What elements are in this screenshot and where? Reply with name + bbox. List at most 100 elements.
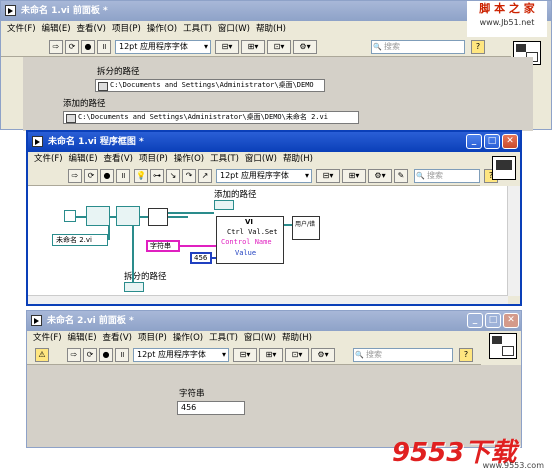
step-out-icon[interactable]: ↗ [198, 169, 212, 183]
menu-help[interactable]: 帮助(H) [283, 154, 313, 164]
menu-file[interactable]: 文件(F) [33, 333, 62, 343]
maximize-button[interactable]: □ [484, 134, 500, 149]
split-path-indicator[interactable]: C:\Documents and Settings\Administrator\… [95, 79, 325, 92]
labview-icon [32, 136, 43, 147]
resize-icon[interactable]: ⊡▾ [267, 40, 291, 54]
menu-view[interactable]: 查看(V) [77, 24, 106, 34]
step-over-icon[interactable]: ↷ [182, 169, 196, 183]
menu-window[interactable]: 窗口(W) [218, 24, 250, 34]
file-name-constant[interactable]: 未命名 2.vi [52, 234, 108, 246]
watermark-top: 脚 本 之 家 www.Jb51.net [467, 1, 547, 37]
menu-tools[interactable]: 工具(T) [183, 24, 212, 34]
maximize-button[interactable]: □ [485, 313, 501, 328]
search-input[interactable]: 搜索 [353, 348, 453, 362]
align-icon[interactable]: ⊟▾ [233, 348, 257, 362]
menu-view[interactable]: 查看(V) [104, 154, 133, 164]
menu-project[interactable]: 项目(P) [112, 24, 141, 34]
labview-icon [31, 315, 42, 326]
help-icon[interactable]: ? [459, 348, 473, 362]
string-control[interactable]: 456 [177, 401, 245, 415]
diagram-canvas[interactable]: 未命名 2.vi 添加的路径 VI Ctrl Val.Set Control N… [28, 186, 508, 304]
abort-icon[interactable]: ● [100, 169, 114, 183]
title-bar[interactable]: 未命名 2.vi 前面板 * _ □ ✕ [27, 311, 521, 331]
run-arrow-icon[interactable]: ⇨ [49, 40, 63, 54]
menu-window[interactable]: 窗口(W) [245, 154, 277, 164]
path-wire [110, 216, 116, 218]
menu-help[interactable]: 帮助(H) [282, 333, 312, 343]
align-icon[interactable]: ⊟▾ [215, 40, 239, 54]
pause-icon[interactable]: ॥ [115, 348, 129, 362]
current-vi-path-node[interactable] [64, 210, 76, 222]
help-icon[interactable]: ? [471, 40, 485, 54]
run-continuous-icon[interactable]: ⟳ [83, 348, 97, 362]
menu-operate[interactable]: 操作(O) [174, 154, 204, 164]
pause-icon[interactable]: ॥ [97, 40, 111, 54]
front-panel-area: 拆分的路径 C:\Documents and Settings\Administ… [23, 57, 533, 131]
distribute-icon[interactable]: ⊞▾ [342, 169, 366, 183]
minimize-button[interactable]: _ [466, 134, 482, 149]
reorder-icon[interactable]: ⚙▾ [311, 348, 335, 362]
window-title: 未命名 2.vi 前面板 * [47, 316, 134, 326]
font-select[interactable]: 12pt 应用程序字体 [115, 40, 211, 54]
numeric-constant[interactable]: 456 [190, 252, 212, 264]
split-path-terminal[interactable] [124, 282, 144, 292]
string-constant[interactable]: 字符串 [146, 240, 180, 252]
abort-icon[interactable]: ● [81, 40, 95, 54]
menu-project[interactable]: 项目(P) [138, 333, 167, 343]
menu-edit[interactable]: 编辑(E) [68, 333, 97, 343]
warning-icon[interactable]: ⚠ [35, 348, 49, 362]
menu-tools[interactable]: 工具(T) [209, 333, 238, 343]
error-convert-node[interactable]: 用户/错 [292, 216, 320, 240]
strip-path-node[interactable] [86, 206, 110, 226]
menu-tools[interactable]: 工具(T) [210, 154, 239, 164]
pause-icon[interactable]: ॥ [116, 169, 130, 183]
run-continuous-icon[interactable]: ⟳ [65, 40, 79, 54]
title-bar[interactable]: 未命名 1.vi 程序框图 * _ □ ✕ [28, 132, 520, 152]
font-select[interactable]: 12pt 应用程序字体 [216, 169, 312, 183]
split-path-label: 拆分的路径 [124, 272, 167, 282]
minimize-button[interactable]: _ [467, 313, 483, 328]
run-arrow-icon[interactable]: ⇨ [67, 348, 81, 362]
distribute-icon[interactable]: ⊞▾ [241, 40, 265, 54]
menu-operate[interactable]: 操作(O) [173, 333, 203, 343]
menu-view[interactable]: 查看(V) [103, 333, 132, 343]
retain-wire-values-icon[interactable]: ⊶ [150, 169, 164, 183]
vertical-scrollbar[interactable] [507, 186, 520, 296]
font-select[interactable]: 12pt 应用程序字体 [133, 348, 229, 362]
property-node[interactable]: VI Ctrl Val.Set Control Name Value [216, 216, 284, 264]
menu-edit[interactable]: 编辑(E) [69, 154, 98, 164]
menu-bar: 文件(F) 编辑(E) 查看(V) 项目(P) 操作(O) 工具(T) 窗口(W) 帮助(H) [1, 22, 461, 37]
window-title: 未命名 1.vi 程序框图 * [48, 137, 144, 147]
vi-ref-label: VI [245, 218, 254, 226]
menu-help[interactable]: 帮助(H) [256, 24, 286, 34]
run-arrow-icon[interactable]: ⇨ [68, 169, 82, 183]
search-input[interactable]: 搜索 [371, 40, 465, 54]
menu-window[interactable]: 窗口(W) [244, 333, 276, 343]
resize-icon[interactable]: ⊡▾ [285, 348, 309, 362]
horizontal-scrollbar[interactable] [28, 295, 508, 304]
close-button[interactable]: ✕ [502, 134, 518, 149]
highlight-execution-icon[interactable]: 💡 [134, 169, 148, 183]
value-label: Value [235, 249, 257, 257]
menu-project[interactable]: 项目(P) [139, 154, 168, 164]
reorder-icon[interactable]: ⚙▾ [293, 40, 317, 54]
menu-operate[interactable]: 操作(O) [147, 24, 177, 34]
step-into-icon[interactable]: ↘ [166, 169, 180, 183]
added-path-indicator[interactable]: C:\Documents and Settings\Administrator\… [63, 111, 359, 124]
search-input[interactable]: 搜索 [414, 169, 480, 183]
reorder-icon[interactable]: ⚙▾ [368, 169, 392, 183]
distribute-icon[interactable]: ⊞▾ [259, 348, 283, 362]
cleanup-icon[interactable]: ✎ [394, 169, 408, 183]
path-wire [132, 226, 134, 282]
menu-file[interactable]: 文件(F) [7, 24, 36, 34]
menu-file[interactable]: 文件(F) [34, 154, 63, 164]
build-path-node[interactable] [116, 206, 140, 226]
open-vi-ref-node[interactable] [148, 208, 168, 226]
added-path-terminal[interactable] [214, 200, 234, 210]
menu-edit[interactable]: 编辑(E) [42, 24, 71, 34]
front-panel-window-2: 未命名 2.vi 前面板 * _ □ ✕ 文件(F) 编辑(E) 查看(V) 项目(P… [26, 310, 522, 448]
close-button[interactable]: ✕ [503, 313, 519, 328]
align-icon[interactable]: ⊟▾ [316, 169, 340, 183]
run-continuous-icon[interactable]: ⟳ [84, 169, 98, 183]
abort-icon[interactable]: ● [99, 348, 113, 362]
